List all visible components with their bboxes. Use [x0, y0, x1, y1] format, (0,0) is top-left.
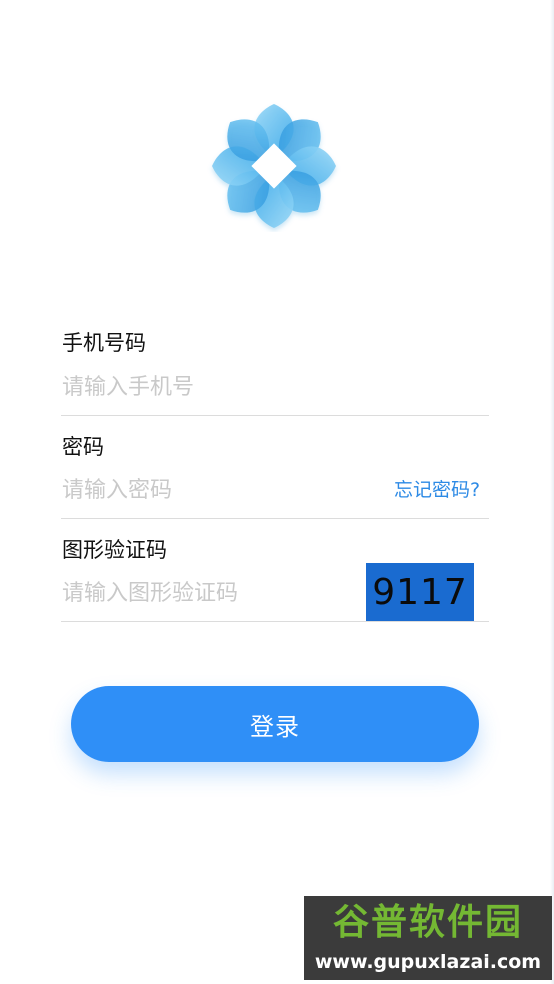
forgot-password-link[interactable]: 忘记密码? [394, 478, 480, 502]
watermark-title: 谷普软件园 [332, 902, 523, 943]
captcha-image[interactable]: 9117 [366, 563, 474, 621]
captcha-code: 9117 [372, 571, 468, 613]
password-label: 密码 [62, 435, 104, 459]
app-logo [204, 100, 344, 232]
captcha-input[interactable] [62, 576, 358, 610]
watermark-url: www.gupuxlazai.com [314, 951, 542, 973]
watermark: 谷普软件园 www.gupuxlazai.com [304, 896, 552, 980]
password-divider [61, 518, 489, 519]
right-edge-shadow [550, 0, 554, 984]
phone-input[interactable] [62, 370, 482, 404]
login-button[interactable]: 登录 [71, 686, 479, 762]
lotus-logo-icon [212, 104, 336, 228]
captcha-label: 图形验证码 [62, 538, 167, 562]
phone-label: 手机号码 [62, 331, 146, 355]
phone-divider [61, 415, 489, 416]
password-input[interactable] [62, 473, 382, 507]
captcha-divider [61, 621, 489, 622]
